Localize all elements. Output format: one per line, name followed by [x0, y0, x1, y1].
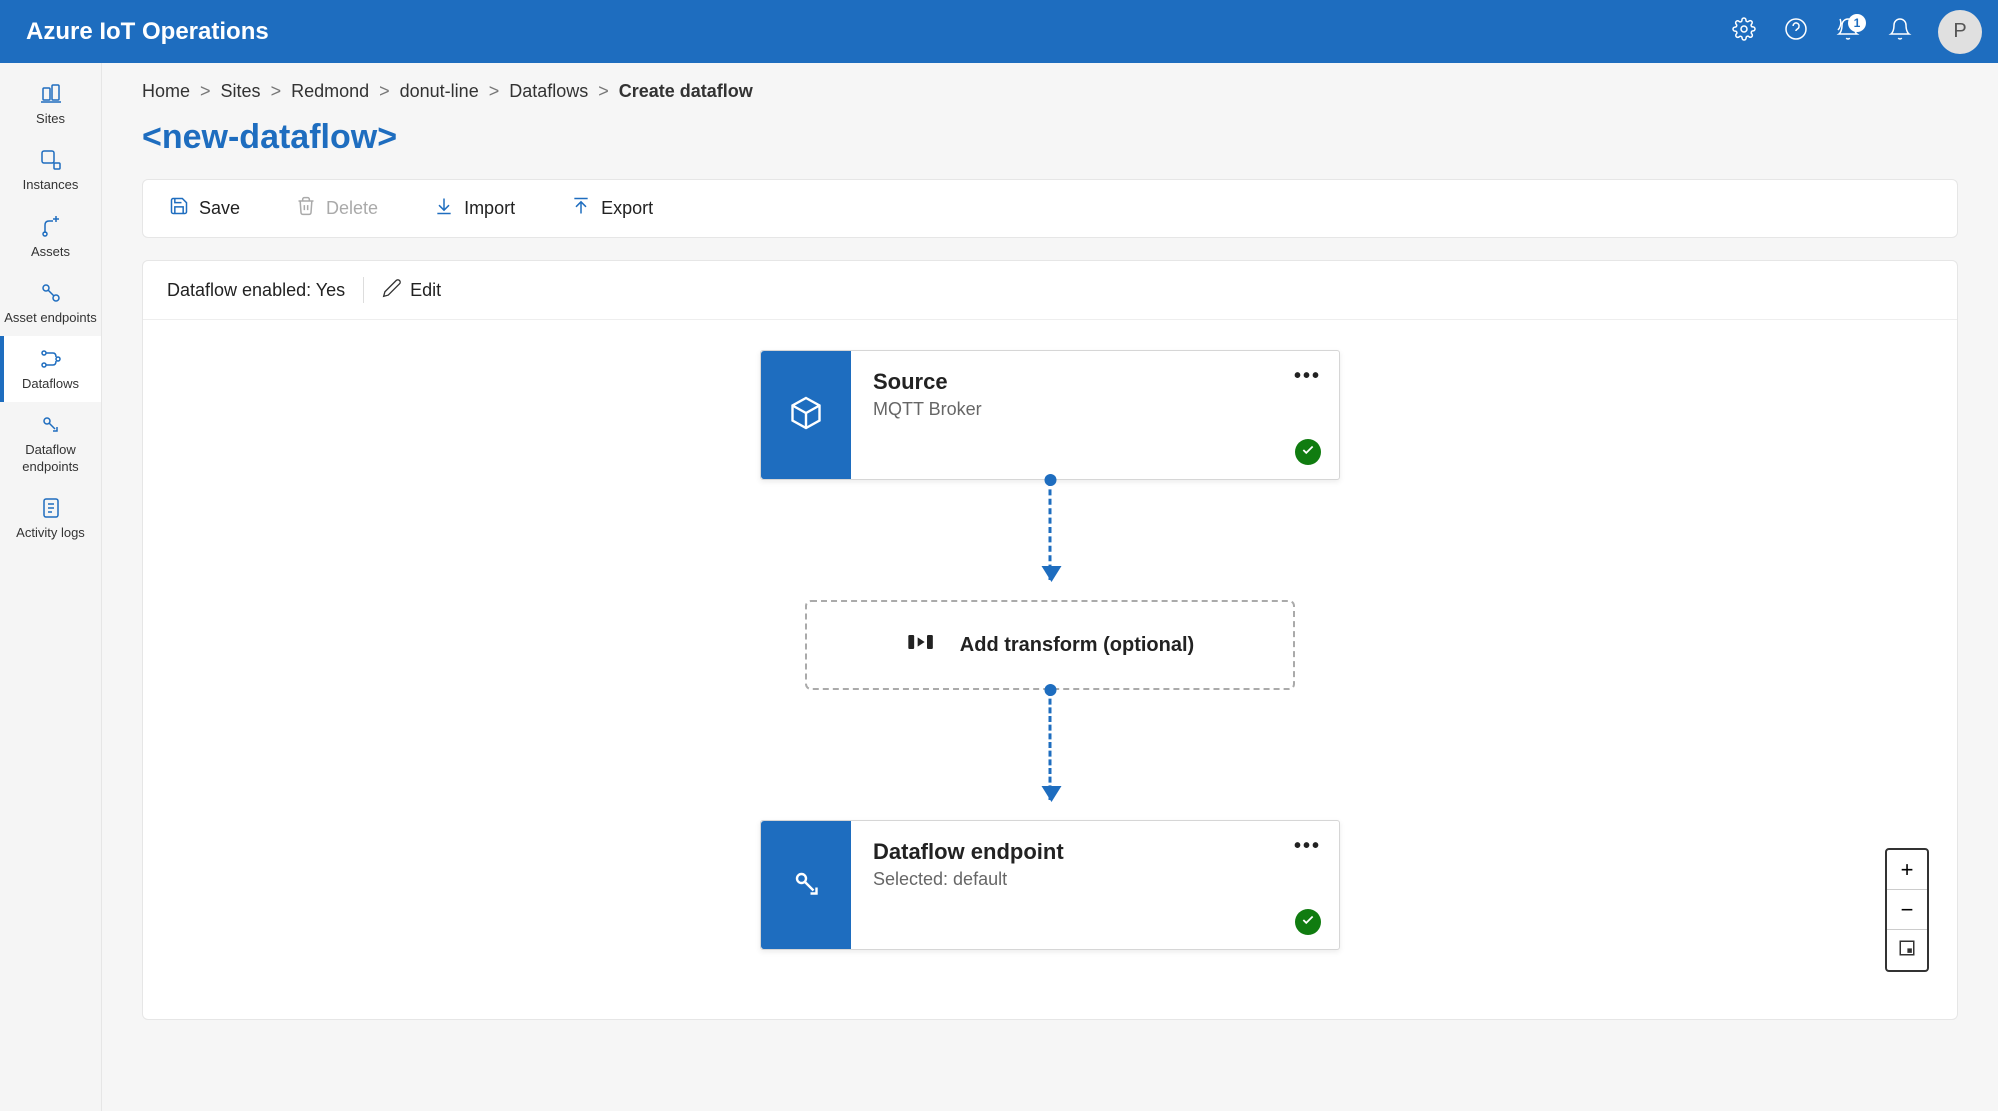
sidebar-item-dataflows[interactable]: Dataflows [0, 336, 101, 402]
save-icon [169, 196, 189, 221]
breadcrumb-donut-line[interactable]: donut-line [400, 81, 479, 102]
breadcrumb-redmond[interactable]: Redmond [291, 81, 369, 102]
gear-icon [1732, 17, 1756, 46]
breadcrumb: Home > Sites > Redmond > donut-line > Da… [142, 81, 1958, 102]
check-icon [1301, 443, 1315, 462]
pencil-icon [382, 278, 402, 303]
trash-icon [296, 196, 316, 221]
save-label: Save [199, 198, 240, 219]
app-title: Azure IoT Operations [26, 18, 269, 46]
dataflow-enabled-label: Dataflow enabled: Yes [167, 280, 345, 301]
breadcrumb-current: Create dataflow [619, 81, 753, 102]
source-menu-button[interactable]: ••• [1294, 365, 1321, 388]
sidebar-item-sites[interactable]: Sites [0, 71, 101, 137]
endpoint-node[interactable]: Dataflow endpoint Selected: default ••• [760, 820, 1340, 950]
breadcrumb-home[interactable]: Home [142, 81, 190, 102]
sidebar-item-label: Dataflows [22, 376, 79, 392]
breadcrumb-dataflows[interactable]: Dataflows [509, 81, 588, 102]
check-icon [1301, 913, 1315, 932]
sidebar-item-asset-endpoints[interactable]: Asset endpoints [0, 270, 101, 336]
endpoint-subtitle: Selected: default [873, 869, 1317, 890]
transform-icon [906, 628, 934, 662]
sidebar-item-activity-logs[interactable]: Activity logs [0, 485, 101, 551]
zoom-fit-button[interactable] [1887, 930, 1927, 970]
sidebar-item-label: Asset endpoints [4, 310, 97, 326]
instances-icon [38, 147, 64, 173]
add-transform-button[interactable]: Add transform (optional) [805, 600, 1295, 690]
export-icon [571, 196, 591, 221]
flow-area: Source MQTT Broker ••• [143, 320, 1957, 1000]
fit-icon [1898, 937, 1916, 963]
delete-label: Delete [326, 198, 378, 219]
source-node[interactable]: Source MQTT Broker ••• [760, 350, 1340, 480]
endpoint-title: Dataflow endpoint [873, 839, 1317, 865]
notifications-button[interactable] [1886, 18, 1914, 46]
main-content: Home > Sites > Redmond > donut-line > Da… [102, 63, 1998, 1111]
dataflows-icon [38, 346, 64, 372]
settings-button[interactable] [1730, 18, 1758, 46]
page-title: <new-dataflow> [142, 118, 1958, 157]
toolbar: Save Delete Import [142, 179, 1958, 238]
cube-icon [788, 395, 824, 436]
sidebar-item-label: Assets [31, 244, 70, 260]
alerts-button[interactable]: 1 [1834, 18, 1862, 46]
edit-button[interactable]: Edit [382, 278, 441, 303]
bell-icon [1888, 17, 1912, 46]
endpoint-icon [788, 865, 824, 906]
question-icon [1784, 17, 1808, 46]
export-label: Export [601, 198, 653, 219]
edit-label: Edit [410, 280, 441, 301]
minus-icon: − [1901, 897, 1914, 923]
import-icon [434, 196, 454, 221]
sidebar-item-dataflow-endpoints[interactable]: Dataflow endpoints [0, 402, 101, 485]
status-bar: Dataflow enabled: Yes Edit [143, 261, 1957, 320]
sidebar: Sites Instances Assets Asset endpoints [0, 63, 102, 1111]
connector-2 [1049, 690, 1052, 800]
asset-endpoints-icon [38, 280, 64, 306]
source-icon-box [761, 351, 851, 479]
avatar[interactable]: P [1938, 10, 1982, 54]
delete-button: Delete [290, 190, 384, 227]
import-button[interactable]: Import [428, 190, 521, 227]
zoom-out-button[interactable]: − [1887, 890, 1927, 930]
sidebar-item-label: Sites [36, 111, 65, 127]
import-label: Import [464, 198, 515, 219]
source-status-ok [1295, 439, 1321, 465]
save-button[interactable]: Save [163, 190, 246, 227]
header-actions: 1 P [1730, 10, 1982, 54]
sidebar-item-label: Activity logs [16, 525, 85, 541]
help-button[interactable] [1782, 18, 1810, 46]
endpoint-icon-box [761, 821, 851, 949]
sidebar-item-label: Instances [23, 177, 79, 193]
breadcrumb-sites[interactable]: Sites [221, 81, 261, 102]
plus-icon: + [1901, 857, 1914, 883]
source-title: Source [873, 369, 1317, 395]
zoom-controls: + − [1885, 848, 1929, 972]
zoom-in-button[interactable]: + [1887, 850, 1927, 890]
alert-badge: 1 [1848, 14, 1866, 32]
sidebar-item-instances[interactable]: Instances [0, 137, 101, 203]
sidebar-item-label: Dataflow endpoints [4, 442, 97, 475]
export-button[interactable]: Export [565, 190, 659, 227]
endpoint-status-ok [1295, 909, 1321, 935]
transform-label: Add transform (optional) [960, 634, 1194, 657]
app-header: Azure IoT Operations 1 [0, 0, 1998, 63]
endpoint-menu-button[interactable]: ••• [1294, 835, 1321, 858]
activity-logs-icon [38, 495, 64, 521]
sites-icon [38, 81, 64, 107]
connector-1 [1049, 480, 1052, 580]
sidebar-item-assets[interactable]: Assets [0, 204, 101, 270]
assets-icon [38, 214, 64, 240]
source-subtitle: MQTT Broker [873, 399, 1317, 420]
canvas-panel: Dataflow enabled: Yes Edit [142, 260, 1958, 1020]
dataflow-endpoints-icon [38, 412, 64, 438]
